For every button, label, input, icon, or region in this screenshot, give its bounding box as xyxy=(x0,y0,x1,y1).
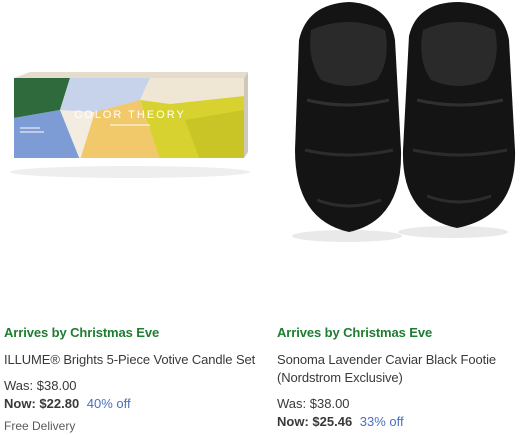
now-value: $25.46 xyxy=(312,414,353,429)
was-label: Was: xyxy=(4,378,34,393)
discount-badge: 33% off xyxy=(359,414,404,429)
now-price: Now: $22.80 40% off xyxy=(4,395,266,413)
now-price: Now: $25.46 33% off xyxy=(277,413,522,431)
was-label: Was: xyxy=(277,396,307,411)
was-value: $38.00 xyxy=(36,378,77,393)
was-price: Was: $38.00 xyxy=(277,395,522,413)
black-slippers-illustration xyxy=(292,2,516,242)
box-label-color-theory: COLOR THEORY xyxy=(74,109,186,121)
product-image-slippers[interactable] xyxy=(277,0,522,310)
arrives-by-label: Arrives by Christmas Eve xyxy=(4,325,160,340)
delivery-label: Free Delivery xyxy=(4,419,76,433)
product-title[interactable]: ILLUME® Brights 5-Piece Votive Candle Se… xyxy=(4,351,266,369)
product-image-candle-set[interactable]: COLOR THEORY xyxy=(0,0,262,310)
now-label: Now: xyxy=(277,414,309,429)
was-price: Was: $38.00 xyxy=(4,377,266,395)
discount-badge: 40% off xyxy=(86,396,131,411)
now-value: $22.80 xyxy=(39,396,80,411)
was-value: $38.00 xyxy=(309,396,350,411)
product-title[interactable]: Sonoma Lavender Caviar Black Footie (Nor… xyxy=(277,351,522,387)
candle-box-illustration: COLOR THEORY xyxy=(10,72,250,178)
now-label: Now: xyxy=(4,396,36,411)
arrives-by-label: Arrives by Christmas Eve xyxy=(277,325,433,340)
